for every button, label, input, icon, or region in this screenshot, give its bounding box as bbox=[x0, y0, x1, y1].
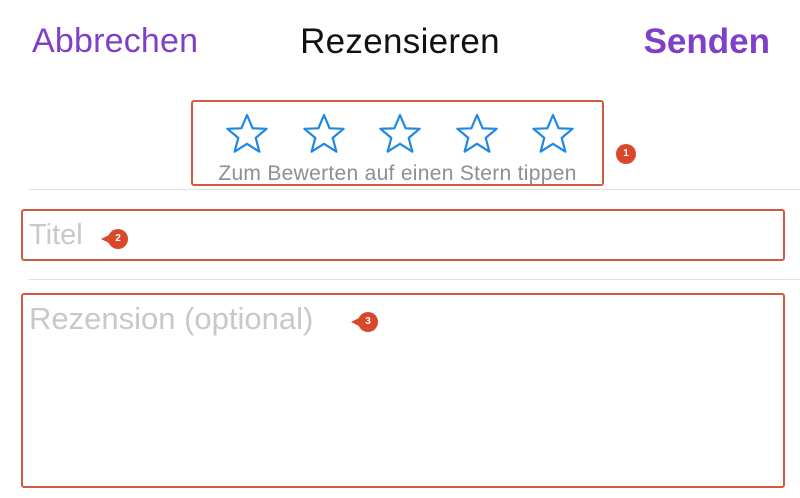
rating-hint: Zum Bewerten auf einen Stern tippen bbox=[218, 162, 577, 185]
star-5-button[interactable] bbox=[531, 112, 575, 156]
star-icon bbox=[302, 112, 346, 156]
divider bbox=[28, 279, 800, 280]
annotation-marker-3: 3 bbox=[351, 312, 378, 332]
annotation-marker-1: 1 bbox=[616, 144, 636, 164]
star-rating bbox=[225, 112, 575, 156]
star-3-button[interactable] bbox=[378, 112, 422, 156]
star-4-button[interactable] bbox=[455, 112, 499, 156]
annotation-marker-2: 2 bbox=[101, 229, 128, 249]
title-field-container bbox=[21, 209, 785, 261]
review-textarea[interactable] bbox=[29, 301, 769, 476]
star-icon bbox=[531, 112, 575, 156]
star-icon bbox=[378, 112, 422, 156]
star-1-button[interactable] bbox=[225, 112, 269, 156]
navigation-bar: Abbrechen Rezensieren Senden bbox=[0, 0, 800, 88]
review-field-container bbox=[21, 293, 785, 488]
title-input[interactable] bbox=[29, 218, 729, 252]
star-2-button[interactable] bbox=[302, 112, 346, 156]
star-icon bbox=[455, 112, 499, 156]
star-rating-section: Zum Bewerten auf einen Stern tippen bbox=[191, 100, 604, 186]
send-button[interactable]: Senden bbox=[644, 22, 770, 62]
star-icon bbox=[225, 112, 269, 156]
divider bbox=[28, 189, 800, 190]
